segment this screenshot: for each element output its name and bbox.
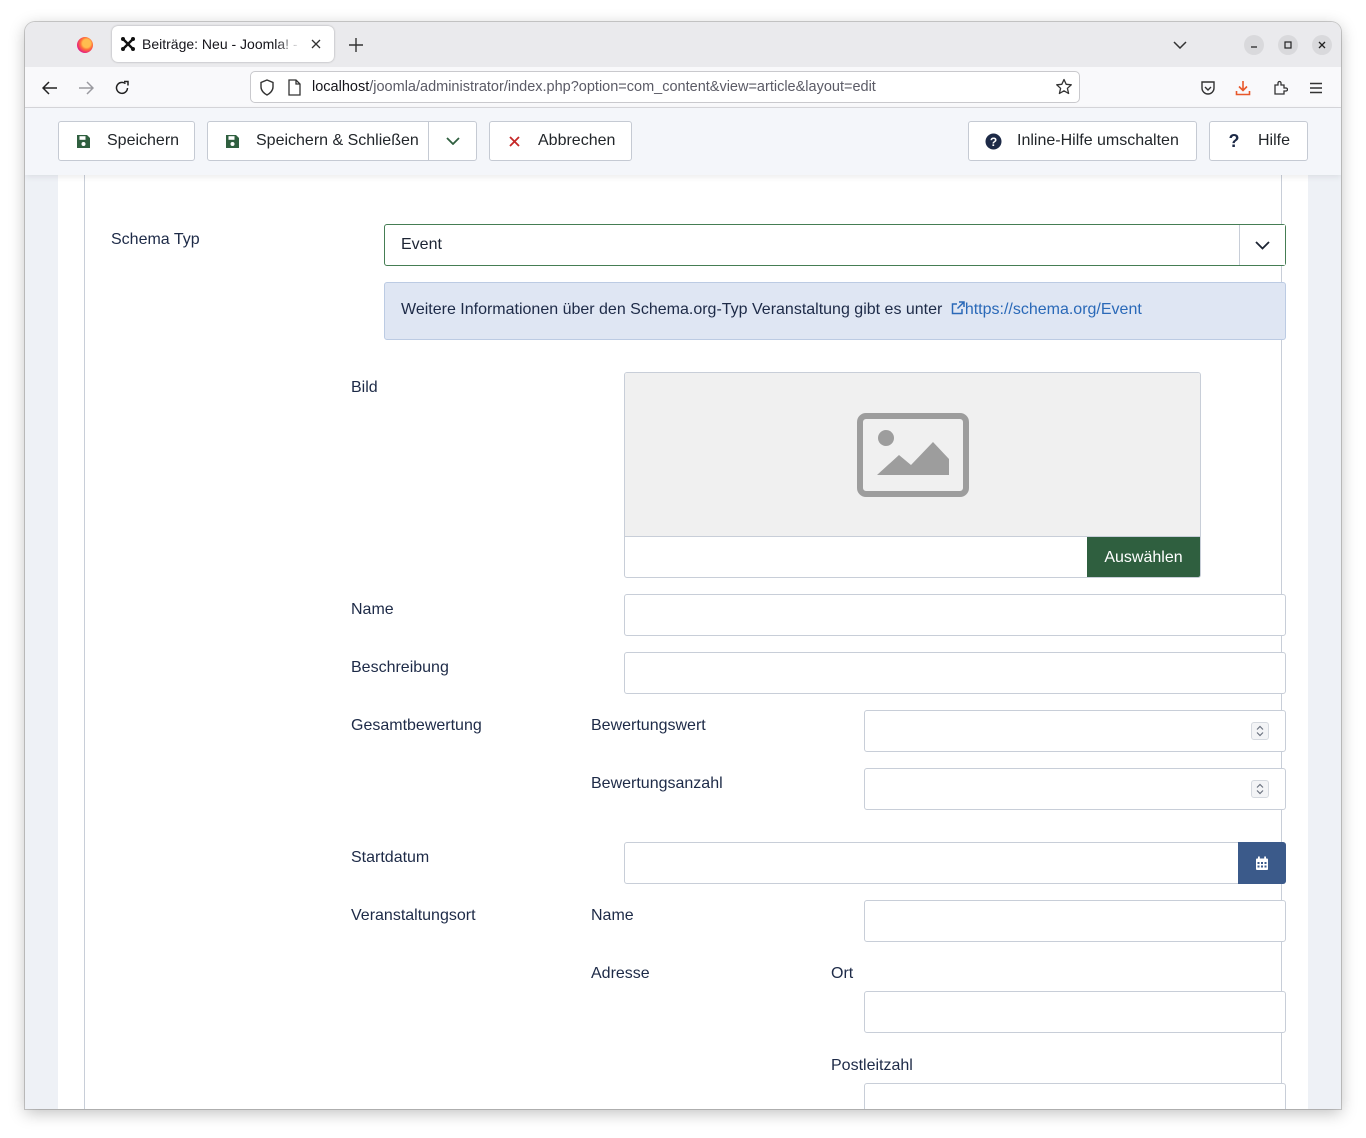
city-input[interactable] xyxy=(864,991,1286,1033)
content-area: Schema Typ Event Weitere Informationen ü… xyxy=(25,175,1341,1109)
minimize-icon[interactable] xyxy=(1244,35,1264,55)
tab-title: Beiträge: Neu - Joomla! - Administration xyxy=(142,36,300,52)
chevron-down-icon xyxy=(445,137,460,145)
postal-code-label: Postleitzahl xyxy=(831,1057,913,1074)
url-bar[interactable]: localhost/joomla/administrator/index.php… xyxy=(250,71,1080,103)
image-preview xyxy=(625,373,1200,537)
close-icon xyxy=(490,135,538,147)
url-host: localhost xyxy=(312,79,370,95)
browser-tab[interactable]: Beiträge: Neu - Joomla! - Administration xyxy=(112,26,334,62)
pocket-icon[interactable] xyxy=(1195,75,1221,101)
aggregate-rating-label: Gesamtbewertung xyxy=(351,717,482,734)
calendar-icon[interactable] xyxy=(1238,842,1286,884)
save-label: Speichern xyxy=(107,132,180,149)
help-label: Hilfe xyxy=(1258,132,1291,149)
external-link-icon xyxy=(951,301,965,315)
help-button[interactable]: ? Hilfe xyxy=(1209,121,1308,161)
cancel-button[interactable]: Abbrechen xyxy=(489,121,632,161)
schema-type-select[interactable]: Event xyxy=(384,224,1286,266)
save-button[interactable]: Speichern xyxy=(58,121,195,161)
browser-window: Beiträge: Neu - Joomla! - Administration xyxy=(25,22,1341,1109)
form-card: Schema Typ Event Weitere Informationen ü… xyxy=(58,175,1308,1109)
name-input[interactable] xyxy=(624,594,1286,636)
select-image-button[interactable]: Auswählen xyxy=(1087,537,1200,577)
schema-link-text: https://schema.org/Event xyxy=(964,301,1142,318)
question-circle-icon: ? xyxy=(969,133,1017,150)
nav-bar: localhost/joomla/administrator/index.php… xyxy=(25,67,1341,108)
shield-icon[interactable] xyxy=(259,79,275,101)
close-tab-icon[interactable] xyxy=(306,34,326,54)
maximize-icon[interactable] xyxy=(1278,35,1298,55)
location-name-label: Name xyxy=(591,907,634,924)
url-text[interactable]: localhost/joomla/administrator/index.php… xyxy=(312,79,876,95)
save-close-label: Speichern & Schließen xyxy=(256,132,419,149)
rating-count-input[interactable] xyxy=(864,768,1286,810)
start-date-label: Startdatum xyxy=(351,849,430,866)
description-input[interactable] xyxy=(624,652,1286,694)
info-text: Weitere Informationen über den Schema.or… xyxy=(401,301,943,318)
number-spinner-icon[interactable] xyxy=(1251,722,1269,740)
image-label: Bild xyxy=(351,379,378,396)
name-label: Name xyxy=(351,601,394,618)
firefox-icon[interactable] xyxy=(77,37,93,53)
bookmark-star-icon[interactable] xyxy=(1055,78,1073,101)
image-placeholder-icon xyxy=(856,412,969,497)
extensions-icon[interactable] xyxy=(1267,75,1293,101)
rating-value-input[interactable] xyxy=(864,710,1286,752)
chevron-down-icon[interactable] xyxy=(1239,225,1285,265)
city-label: Ort xyxy=(831,965,854,982)
new-tab-icon[interactable] xyxy=(344,33,368,57)
save-options-dropdown[interactable] xyxy=(428,122,476,160)
question-icon: ? xyxy=(1228,130,1240,151)
download-icon[interactable] xyxy=(1230,75,1256,101)
inline-help-toggle-button[interactable]: ? Inline-Hilfe umschalten xyxy=(968,121,1197,161)
joomla-toolbar: Speichern Speichern & Schließen Abbreche… xyxy=(25,108,1341,175)
address-label: Adresse xyxy=(591,965,650,982)
start-date-input[interactable] xyxy=(624,842,1286,884)
image-path-input[interactable] xyxy=(625,537,1089,577)
url-path: /joomla/administrator/index.php?option=c… xyxy=(369,79,876,95)
description-label: Beschreibung xyxy=(351,659,449,676)
page-icon xyxy=(287,79,301,101)
close-window-icon[interactable] xyxy=(1312,35,1332,55)
postal-code-input[interactable] xyxy=(864,1083,1286,1109)
floppy-disk-icon xyxy=(59,134,107,149)
inline-help-label: Inline-Hilfe umschalten xyxy=(1017,132,1179,149)
schema-type-value: Event xyxy=(401,236,442,253)
reload-icon[interactable] xyxy=(109,75,135,101)
back-arrow-icon[interactable] xyxy=(37,75,63,101)
svg-text:?: ? xyxy=(989,134,996,148)
number-spinner-icon[interactable] xyxy=(1251,780,1269,798)
media-field: Auswählen xyxy=(624,372,1201,578)
floppy-disk-icon xyxy=(208,134,256,149)
schema-link[interactable]: https://schema.org/Event xyxy=(947,301,1142,318)
menu-icon[interactable] xyxy=(1303,75,1329,101)
location-name-input[interactable] xyxy=(864,900,1286,942)
save-close-button[interactable]: Speichern & Schließen xyxy=(207,121,477,161)
cancel-label: Abbrechen xyxy=(538,132,616,149)
schema-type-label: Schema Typ xyxy=(111,231,200,248)
schema-info-alert: Weitere Informationen über den Schema.or… xyxy=(384,282,1286,340)
forward-arrow-icon[interactable] xyxy=(73,75,99,101)
chevron-down-icon[interactable] xyxy=(1169,34,1191,56)
joomla-icon xyxy=(120,36,136,52)
tab-strip: Beiträge: Neu - Joomla! - Administration xyxy=(25,22,1341,67)
rating-count-label: Bewertungsanzahl xyxy=(591,775,723,792)
location-label: Veranstaltungsort xyxy=(351,907,476,924)
rating-value-label: Bewertungswert xyxy=(591,717,706,734)
